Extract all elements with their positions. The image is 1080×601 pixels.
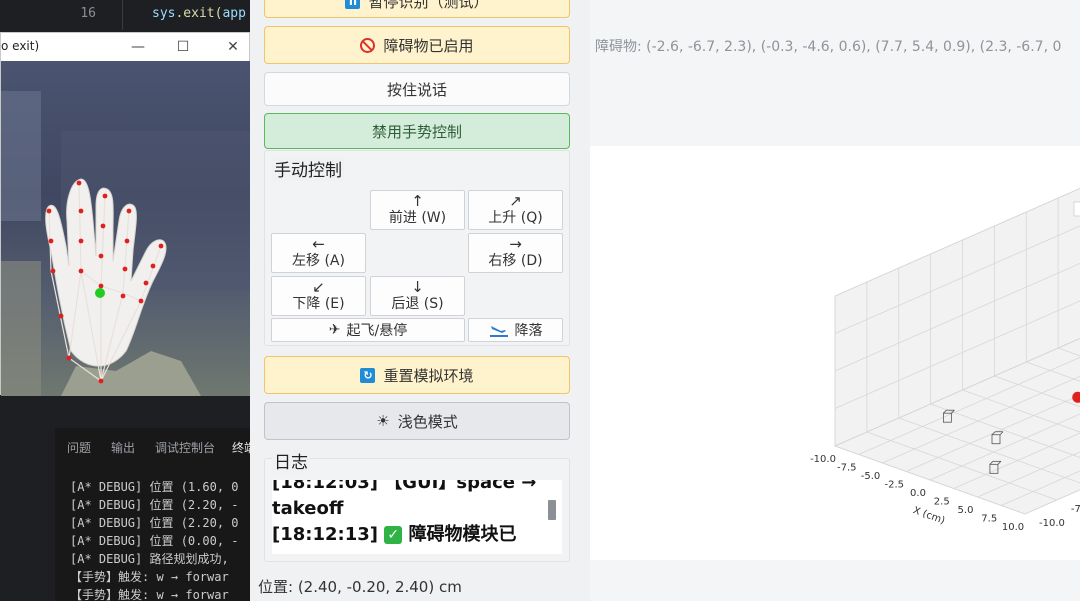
log-message: 障碍物模块已 <box>408 524 517 545</box>
pause-icon: II <box>345 0 361 9</box>
forward-label: 前进 (W) <box>388 210 447 226</box>
x-tick-label: 5.0 <box>958 505 974 516</box>
right-label: 右移 (D) <box>488 253 543 269</box>
x-tick-label: -2.5 <box>884 480 904 491</box>
camera-window[interactable]: o exit) — ☐ ✕ <box>0 32 251 396</box>
terminal-line: [A* DEBUG] 位置 (2.20, 0 <box>70 516 239 530</box>
arrow-left-icon: ← <box>312 235 325 253</box>
obstacle-toggle-label: 障碍物已启用 <box>383 36 474 55</box>
terminal-line: [A* DEBUG] 位置 (2.20, - <box>70 498 239 512</box>
terminal-output[interactable]: [A* DEBUG] 位置 (1.60, 0 [A* DEBUG] 位置 (2.… <box>70 478 255 601</box>
line-number: 16 <box>80 6 96 21</box>
x-axis-label: X (cm) <box>911 505 946 527</box>
back-label: 后退 (S) <box>391 296 444 312</box>
theme-toggle-label: 浅色模式 <box>397 412 458 431</box>
x-tick-label: 0.0 <box>910 488 926 499</box>
land-button[interactable]: 降落 <box>468 318 563 342</box>
manual-control-title: 手动控制 <box>272 156 344 181</box>
arrow-down-icon: ↓ <box>411 278 424 296</box>
obstacle-info-area: 障碍物: (-2.6, -6.7, 2.3), (-0.3, -4.6, 0.6… <box>590 0 1080 138</box>
terminal-line: 【手势】触发: w → forwar <box>70 588 229 601</box>
log-scrollbar[interactable] <box>548 500 556 520</box>
prohibited-icon <box>360 37 376 53</box>
x-tick-label: -10.0 <box>810 454 836 465</box>
gesture-toggle-button[interactable]: 禁用手势控制 <box>264 113 570 149</box>
camera-feed <box>1 61 251 396</box>
descend-label: 下降 (E) <box>292 296 345 312</box>
push-to-talk-button[interactable]: 按住说话 <box>264 72 570 106</box>
log-line: takeoff <box>272 498 344 519</box>
takeoff-hover-label: 起飞/悬停 <box>346 323 408 339</box>
forward-button[interactable]: ↑ 前进 (W) <box>370 190 465 230</box>
code-argument: app <box>222 6 246 21</box>
code-function: .exit( <box>175 6 223 21</box>
airplane-icon: ✈ <box>328 322 341 338</box>
desktop: 16 sys.exit(app o exit) — ☐ ✕ 问题 输出 调试控制… <box>0 0 1080 601</box>
log-line: [18:12:13] ✓ 障碍物模块已 <box>272 522 562 548</box>
terminal-panel: 问题 输出 调试控制台 终端 [A* DEBUG] 位置 (1.60, 0 [A… <box>55 428 256 601</box>
camera-titlebar[interactable]: o exit) — ☐ ✕ <box>1 33 249 61</box>
terminal-tabs: 问题 输出 调试控制台 终端 <box>55 428 256 466</box>
minimize-icon[interactable]: — <box>128 37 148 57</box>
takeoff-hover-button[interactable]: ✈ 起飞/悬停 <box>271 318 465 342</box>
gesture-toggle-label: 禁用手势控制 <box>371 122 462 141</box>
log-title: 日志 <box>272 448 310 473</box>
land-label: 降落 <box>514 323 543 339</box>
x-tick-label: 2.5 <box>934 497 950 508</box>
y-tick-label: -7.5 <box>1071 504 1080 515</box>
reset-simulation-label: 重置模拟环境 <box>383 366 474 385</box>
arrow-up-icon: ↑ <box>411 192 424 210</box>
tab-debug-console[interactable]: 调试控制台 <box>155 439 215 456</box>
x-tick-label: 10.0 <box>1002 522 1024 533</box>
arrow-right-icon: → <box>509 235 522 253</box>
push-to-talk-label: 按住说话 <box>386 80 447 99</box>
hand-tracking-overlay <box>1 91 251 396</box>
descend-button[interactable]: ↙ 下降 (E) <box>271 276 366 316</box>
ascend-button[interactable]: ↗ 上升 (Q) <box>468 190 563 230</box>
maximize-icon[interactable]: ☐ <box>173 37 193 57</box>
x-tick-label: -5.0 <box>861 471 881 482</box>
reset-simulation-button[interactable]: ↻ 重置模拟环境 <box>264 356 570 394</box>
legend-box <box>1073 201 1080 217</box>
sun-icon: ☀ <box>376 412 390 430</box>
landing-icon <box>489 326 508 337</box>
obstacle-list: 障碍物: (-2.6, -6.7, 2.3), (-0.3, -4.6, 0.6… <box>595 39 1062 55</box>
plot-canvas: -10.0-7.5-5.0-2.50.02.55.07.510.0 -10.0-7… <box>810 187 1080 533</box>
tab-problems[interactable]: 问题 <box>67 439 91 456</box>
x-tick-label: 7.5 <box>981 514 997 525</box>
left-label: 左移 (A) <box>292 253 345 269</box>
terminal-line: [A* DEBUG] 位置 (0.00, - <box>70 534 239 548</box>
terminal-line: [A* DEBUG] 路径规划成功, <box>70 552 229 566</box>
3d-plot[interactable]: -10.0 -7.5 -5.0 -2.5 0.0 2.5 5.0 7.5 10.0 -10.0 -7… <box>590 146 1080 560</box>
log-output[interactable]: [18:12:03] 【GUI】space → takeoff [18:12:1… <box>272 480 562 554</box>
pause-recognition-label: 暂停识别（测试） <box>368 0 489 11</box>
terminal-line: [A* DEBUG] 位置 (1.60, 0 <box>70 480 239 494</box>
tab-output[interactable]: 输出 <box>111 439 135 456</box>
log-line: [18:12:03] 【GUI】space → <box>272 480 537 493</box>
close-icon[interactable]: ✕ <box>223 37 243 57</box>
right-button[interactable]: → 右移 (D) <box>468 233 563 273</box>
terminal-line: 【手势】触发: w → forwar <box>70 570 229 584</box>
left-button[interactable]: ← 左移 (A) <box>271 233 366 273</box>
editor-gutter-divider <box>122 0 123 30</box>
theme-toggle-button[interactable]: ☀ 浅色模式 <box>264 402 570 440</box>
control-panel: II 暂停识别（测试） 障碍物已启用 按住说话 禁用手势控制 手动控制 ↑ 前进… <box>250 0 590 601</box>
camera-window-title: o exit) <box>1 39 40 53</box>
ascend-label: 上升 (Q) <box>488 210 543 226</box>
code-module: sys <box>152 6 176 21</box>
code-text[interactable]: sys.exit(app <box>152 6 246 21</box>
y-tick-label: -10.0 <box>1039 518 1065 529</box>
log-timestamp: [18:12:13] <box>272 524 378 545</box>
pause-recognition-button[interactable]: II 暂停识别（测试） <box>264 0 570 18</box>
check-icon: ✓ <box>384 526 403 544</box>
back-button[interactable]: ↓ 后退 (S) <box>370 276 465 316</box>
obstacle-toggle-button[interactable]: 障碍物已启用 <box>264 26 570 64</box>
arrow-up-right-icon: ↗ <box>509 192 522 210</box>
x-tick-label: -7.5 <box>837 463 857 474</box>
position-readout: 位置: (2.40, -0.20, 2.40) cm <box>258 578 462 596</box>
arrow-down-left-icon: ↙ <box>312 278 325 296</box>
refresh-icon: ↻ <box>360 367 376 383</box>
